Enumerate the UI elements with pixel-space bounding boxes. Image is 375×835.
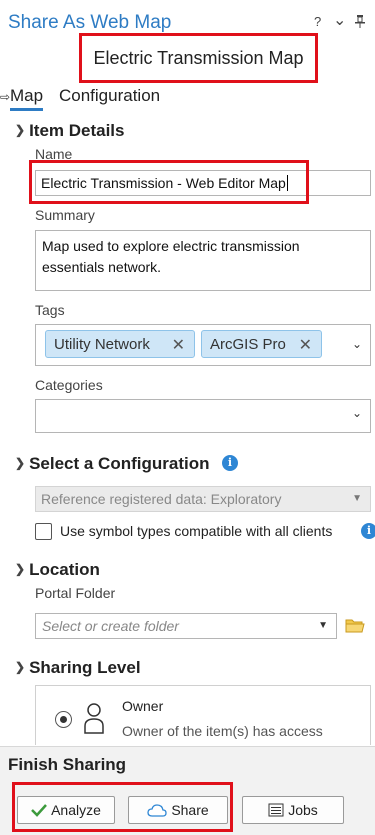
chip-remove-icon[interactable]: ✕ (172, 335, 185, 355)
finish-sharing-title: Finish Sharing (8, 755, 127, 774)
pane-title: Share As Web Map (8, 12, 172, 33)
collapse-chevron-icon: ❯ (15, 456, 26, 470)
tag-chip: Utility Network ✕ (45, 330, 195, 358)
jobs-list-icon (268, 803, 284, 817)
folder-icon[interactable] (345, 618, 365, 633)
cursor-arrow-icon: ⇨ (0, 90, 11, 104)
section-sharing-level[interactable]: ❯ Sharing Level (15, 658, 141, 678)
categories-field[interactable]: ⌄ (35, 399, 371, 433)
categories-label: Categories (35, 377, 103, 393)
owner-radio[interactable] (55, 711, 72, 728)
user-icon (84, 703, 104, 734)
cloud-icon (147, 804, 167, 817)
section-title: Select a Configuration (29, 454, 210, 473)
owner-description: Owner of the item(s) has access (122, 723, 323, 739)
summary-label: Summary (35, 207, 95, 223)
dropdown-arrow-icon[interactable]: ▼ (318, 620, 328, 631)
configuration-value: Reference registered data: Exploratory (41, 491, 282, 507)
collapse-chevron-icon: ❯ (15, 123, 26, 137)
pin-icon[interactable] (355, 15, 365, 28)
map-title-highlight: Electric Transmission Map (79, 33, 318, 83)
section-item-details[interactable]: ❯ Item Details (15, 121, 125, 141)
symbol-compat-label: Use symbol types compatible with all cli… (60, 523, 333, 539)
chip-remove-icon[interactable]: ✕ (299, 335, 312, 355)
dropdown-arrow-icon: ▼ (352, 493, 362, 504)
dropdown-chevron-icon[interactable]: ⌄ (352, 337, 362, 351)
portal-folder-label: Portal Folder (35, 585, 116, 601)
portal-folder-select[interactable]: Select or create folder ▼ (35, 613, 337, 639)
section-title: Sharing Level (29, 658, 141, 677)
jobs-button[interactable]: Jobs (242, 796, 344, 824)
share-button[interactable]: Share (128, 796, 228, 824)
symbol-compat-checkbox[interactable] (35, 523, 52, 540)
tag-label: ArcGIS Pro (210, 335, 286, 353)
tab-map[interactable]: Map (10, 86, 44, 111)
tags-label: Tags (35, 302, 65, 318)
menu-chevron-icon[interactable]: ⌄ (333, 10, 346, 30)
analyze-button[interactable]: Analyze (17, 796, 115, 824)
section-location[interactable]: ❯ Location (15, 560, 100, 580)
checkmark-icon (31, 804, 48, 817)
help-icon[interactable]: ? (314, 14, 321, 29)
tag-label: Utility Network (54, 335, 150, 353)
jobs-label: Jobs (288, 802, 318, 818)
tab-configuration[interactable]: Configuration (59, 86, 160, 106)
info-icon[interactable]: i (361, 523, 375, 539)
owner-label: Owner (122, 698, 164, 714)
share-label: Share (171, 802, 209, 818)
summary-field[interactable]: Map used to explore electric transmissio… (35, 230, 371, 291)
section-select-configuration[interactable]: ❯ Select a Configuration (15, 454, 209, 474)
analyze-label: Analyze (51, 802, 101, 818)
collapse-chevron-icon: ❯ (15, 562, 26, 576)
collapse-chevron-icon: ❯ (15, 660, 26, 674)
dropdown-chevron-icon[interactable]: ⌄ (352, 406, 362, 420)
folder-placeholder: Select or create folder (42, 618, 179, 634)
configuration-select: Reference registered data: Exploratory ▼ (35, 486, 371, 512)
section-title: Location (29, 560, 100, 579)
tag-chip: ArcGIS Pro ✕ (201, 330, 322, 358)
section-title: Item Details (29, 121, 125, 140)
map-title: Electric Transmission Map (93, 47, 304, 68)
summary-value: Map used to explore electric transmissio… (42, 238, 300, 275)
info-icon[interactable]: i (222, 455, 238, 471)
name-highlight (29, 160, 309, 204)
